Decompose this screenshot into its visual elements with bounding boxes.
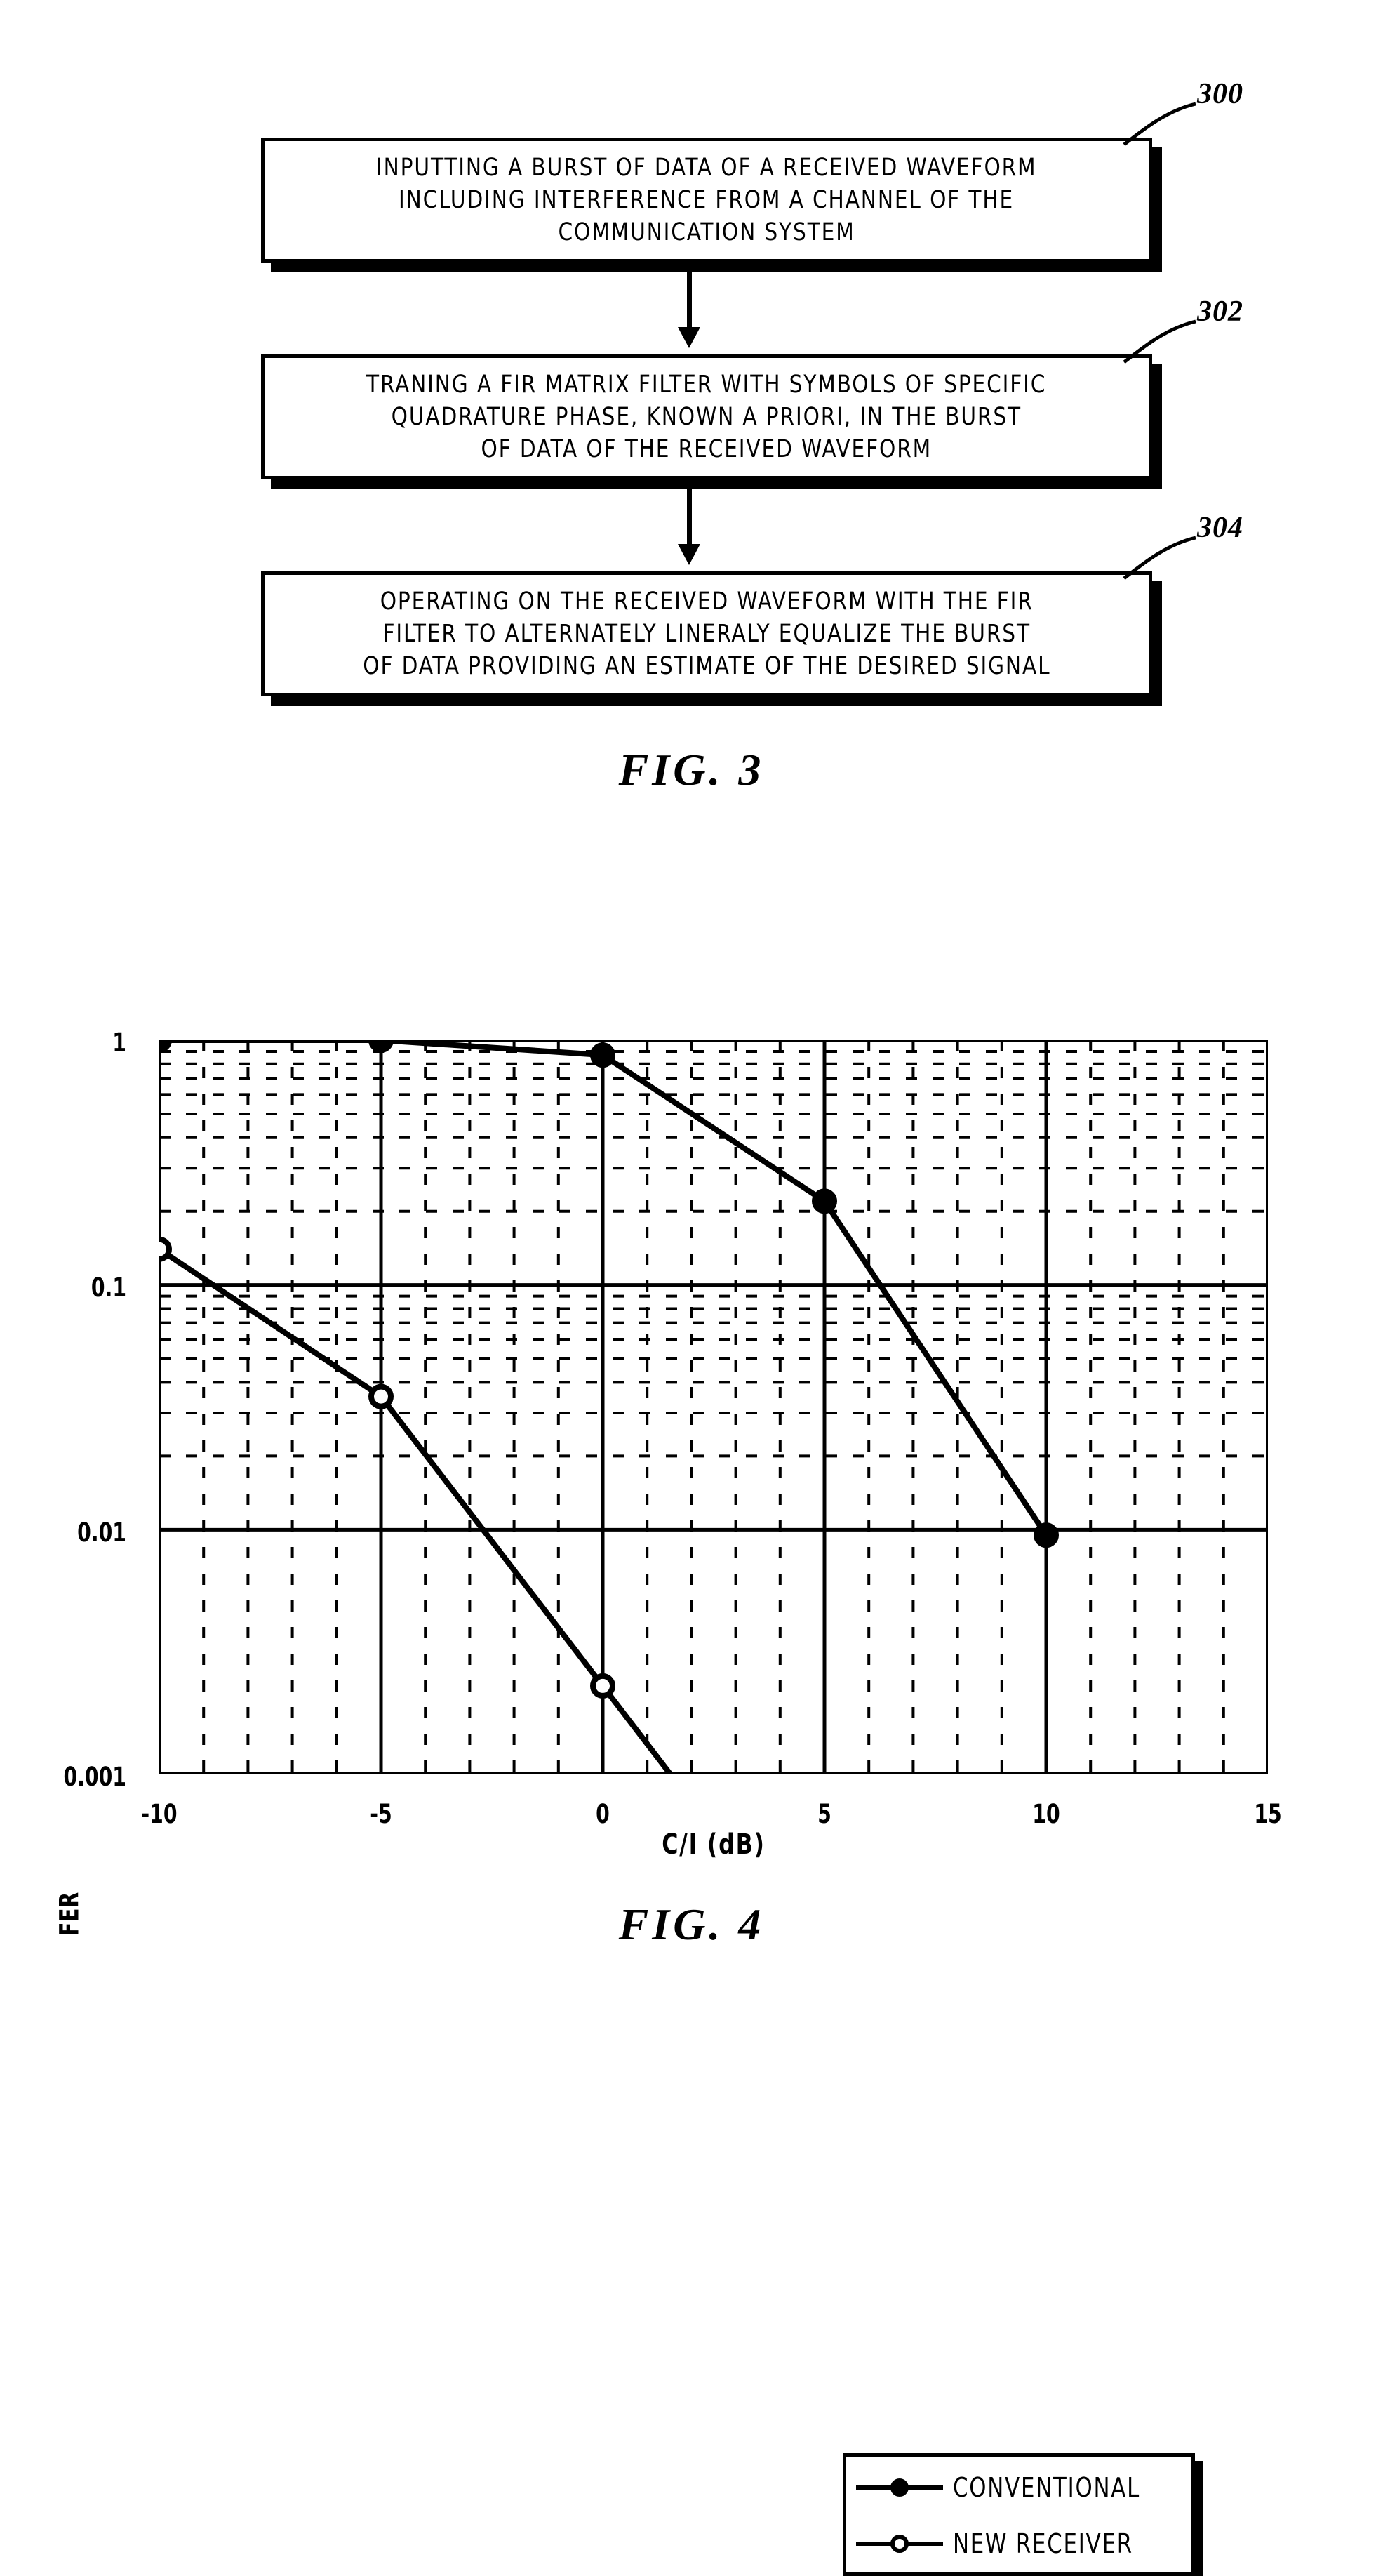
minor-gridlines <box>159 1040 1268 1774</box>
flow-arrow-302-304 <box>661 485 717 565</box>
y-tick-label-0p01: 0.01 <box>77 1518 126 1548</box>
flowchart-step-302-line-3: OF DATA OF THE RECEIVED WAVEFORM <box>481 435 933 464</box>
reference-numeral-304: 304 <box>1197 512 1243 544</box>
data-series <box>159 1040 1059 1774</box>
chart-canvas <box>159 1040 1268 1774</box>
x-tick-label-0: 0 <box>596 1799 610 1829</box>
chart-legend: CONVENTIONAL NEW RECEIVER <box>843 2453 1195 2576</box>
reference-numeral-300: 300 <box>1197 78 1243 110</box>
y-tick-label-0p1: 0.1 <box>91 1273 126 1303</box>
data-point <box>368 1383 394 1409</box>
legend-row-new-receiver: NEW RECEIVER <box>846 2525 1191 2562</box>
reference-numeral-302: 302 <box>1197 296 1243 328</box>
flowchart-step-304-line-1: OPERATING ON THE RECEIVED WAVEFORM WITH … <box>380 587 1034 616</box>
plot-area <box>159 1040 1268 1774</box>
figure-4-caption: FIG. 4 <box>618 1899 765 1949</box>
legend-label-new-receiver: NEW RECEIVER <box>953 2528 1133 2559</box>
data-point <box>159 1236 172 1262</box>
flowchart-step-300-line-1: INPUTTING A BURST OF DATA OF A RECEIVED … <box>376 153 1037 182</box>
flowchart-step-300: INPUTTING A BURST OF DATA OF A RECEIVED … <box>261 138 1152 263</box>
axis-frame <box>159 1040 1268 1774</box>
legend-label-conventional: CONVENTIONAL <box>953 2472 1141 2503</box>
flowchart-step-300-line-2: INCLUDING INTERFERENCE FROM A CHANNEL OF… <box>399 185 1015 214</box>
flowchart-step-302-line-1: TRANING A FIR MATRIX FILTER WITH SYMBOLS… <box>366 370 1047 399</box>
flowchart-step-300-line-3: COMMUNICATION SYSTEM <box>558 218 855 247</box>
flow-arrow-300-302 <box>661 268 717 348</box>
figure-3-caption: FIG. 3 <box>618 745 765 795</box>
x-axis-title: C/I (dB) <box>662 1828 766 1861</box>
y-tick-label-1: 1 <box>112 1028 126 1058</box>
data-point <box>812 1188 837 1214</box>
x-tick-label-10: 10 <box>1032 1799 1060 1829</box>
x-tick-label-minus10: -10 <box>141 1799 178 1829</box>
figure-4: 1 0.1 0.01 0.001 -10 -5 0 5 10 15 FER C/… <box>0 842 1383 2576</box>
y-tick-label-0p001: 0.001 <box>63 1762 126 1792</box>
legend-marker-open-circle-icon <box>846 2528 953 2559</box>
legend-row-conventional: CONVENTIONAL <box>846 2469 1191 2506</box>
flowchart-step-302: TRANING A FIR MATRIX FILTER WITH SYMBOLS… <box>261 354 1152 479</box>
data-point <box>1034 1522 1059 1548</box>
series-line-new-receiver <box>159 1247 673 1774</box>
flowchart-step-304-line-3: OF DATA PROVIDING AN ESTIMATE OF THE DES… <box>362 652 1051 681</box>
legend-marker-filled-circle-icon <box>846 2472 953 2503</box>
flowchart-step-302-line-2: QUADRATURE PHASE, KNOWN A PRIORI, IN THE… <box>391 402 1022 431</box>
flowchart-step-304: OPERATING ON THE RECEIVED WAVEFORM WITH … <box>261 571 1152 696</box>
data-point <box>590 1673 615 1699</box>
data-point <box>368 1040 394 1053</box>
x-tick-label-5: 5 <box>817 1799 831 1829</box>
x-tick-label-minus5: -5 <box>370 1799 392 1829</box>
flowchart-step-304-line-2: FILTER TO ALTERNATELY LINERALY EQUALIZE … <box>382 619 1031 648</box>
data-point <box>159 1040 172 1053</box>
major-gridlines <box>159 1040 1268 1774</box>
x-tick-label-15: 15 <box>1254 1799 1282 1829</box>
data-point <box>590 1042 615 1068</box>
figure-3: INPUTTING A BURST OF DATA OF A RECEIVED … <box>0 0 1383 842</box>
